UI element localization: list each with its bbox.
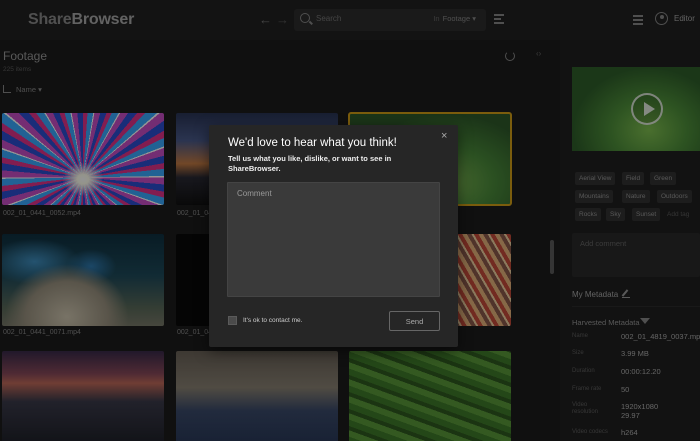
- close-icon[interactable]: ×: [441, 131, 447, 142]
- contact-checkbox-label[interactable]: It's ok to contact me.: [243, 317, 302, 324]
- dialog-subtitle: Tell us what you like, dislike, or want …: [228, 154, 392, 173]
- dialog-title: We'd love to hear what you think!: [228, 137, 397, 149]
- contact-checkbox[interactable]: [228, 316, 237, 325]
- comment-textarea[interactable]: [227, 182, 440, 297]
- send-button[interactable]: Send: [389, 311, 440, 331]
